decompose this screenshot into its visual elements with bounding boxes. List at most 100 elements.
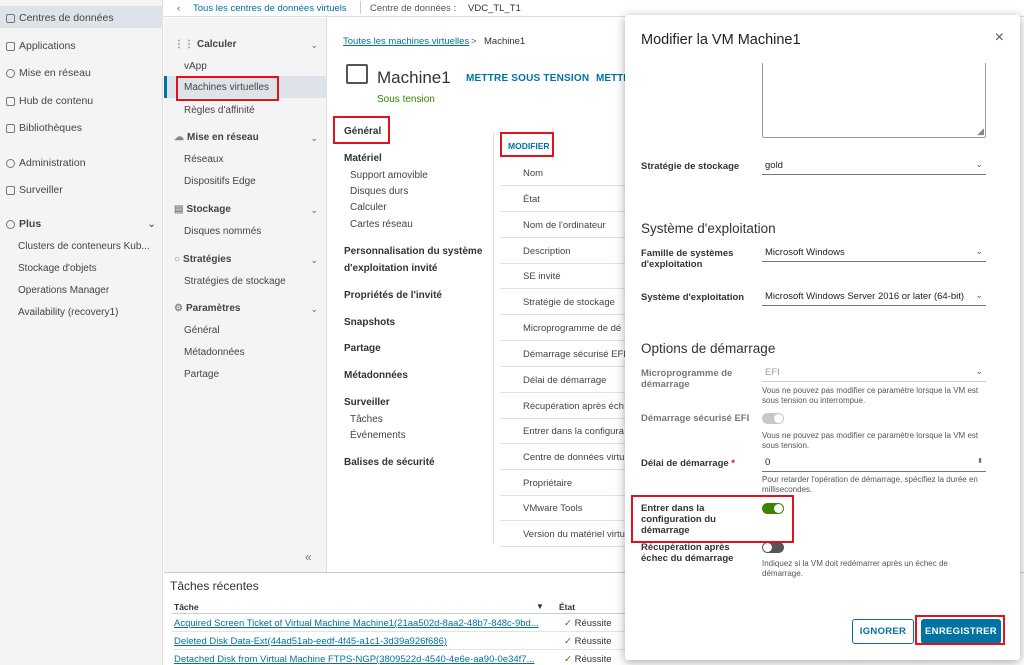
back-chevron-icon[interactable]: ‹ (177, 3, 180, 14)
secnav-group-networking[interactable]: ☁ Mise en réseau (174, 132, 259, 143)
os-select[interactable]: Microsoft Windows Server 2016 or later (… (762, 289, 986, 306)
col-status[interactable]: État (559, 602, 575, 612)
secnav-group-settings[interactable]: ⚙ Paramètres (174, 303, 240, 314)
apps-icon (6, 41, 15, 51)
task-link[interactable]: Detached Disk from Virtual Machine FTPS-… (174, 654, 554, 665)
secnav-item-networks[interactable]: Réseaux (184, 154, 223, 165)
description-textarea[interactable]: ◢ (762, 63, 986, 138)
storage-policy-select[interactable]: gold ⌄ (762, 158, 986, 175)
prop-guest-properties[interactable]: Propriétés de l'invité (344, 290, 442, 301)
secnav-group-policies[interactable]: ○ Stratégies (174, 254, 231, 265)
resize-handle-icon[interactable]: ◢ (977, 126, 984, 137)
boot-delay-label: Délai de démarrage * (641, 458, 735, 469)
prop-monitor[interactable]: Surveiller (344, 397, 390, 408)
nav-item-datacenters[interactable]: Centres de données (6, 12, 114, 24)
nav-item-applications[interactable]: Applications (6, 40, 76, 52)
chevron-down-icon[interactable]: ⌄ (310, 304, 318, 315)
all-datacenters-link[interactable]: Tous les centres de données virtuels (193, 3, 347, 14)
secnav-group-storage[interactable]: ▤ Stockage (174, 204, 231, 215)
boot-recovery-toggle[interactable] (762, 542, 784, 553)
chevron-down-icon[interactable]: ⌄ (310, 205, 318, 216)
grid-row: Nom (500, 160, 640, 186)
secnav-group-compute[interactable]: ⋮⋮ Calculer (174, 39, 324, 50)
task-status: ✓ Réussite (564, 618, 612, 629)
enter-setup-label: Entrer dans la configuration du démarrag… (641, 503, 716, 536)
prop-customization-2[interactable]: d'exploitation invité (344, 263, 438, 274)
secnav-item-edge[interactable]: Dispositifs Edge (184, 176, 256, 187)
nav-item-operations-manager[interactable]: Operations Manager (18, 285, 158, 296)
success-icon: ✓ (564, 654, 575, 665)
prop-hardware[interactable]: Matériel (344, 153, 382, 164)
nav-item-administration[interactable]: Administration (6, 157, 86, 169)
task-link[interactable]: Acquired Screen Ticket of Virtual Machin… (174, 618, 554, 629)
grid-row: État (500, 186, 640, 212)
chevron-down-icon[interactable]: ⌄ (310, 133, 318, 144)
prop-nics[interactable]: Cartes réseau (350, 219, 413, 230)
toggle-knob (763, 543, 772, 552)
os-family-select[interactable]: Microsoft Windows ⌄ (762, 245, 986, 262)
cancel-button[interactable]: IGNORER (852, 619, 914, 644)
firmware-help: Vous ne pouvez pas modifier ce paramètre… (762, 386, 979, 405)
global-nav: Centres de données Applications Mise en … (0, 0, 163, 665)
prop-tasks[interactable]: Tâches (350, 414, 383, 425)
task-link[interactable]: Deleted Disk Data-Ext(44ad51ab-eedf-4f45… (174, 636, 554, 647)
storage-policy-label: Stratégie de stockage (641, 161, 740, 172)
power-on-button[interactable]: METTRE SOUS TENSION (466, 73, 589, 84)
prop-events[interactable]: Événements (350, 430, 406, 441)
prop-customization[interactable]: Personnalisation du système (344, 246, 482, 257)
secnav-item-vms[interactable]: Machines virtuelles (184, 82, 269, 93)
prop-sharing[interactable]: Partage (344, 343, 381, 354)
grid-row: SE invité (500, 263, 640, 289)
secnav-item-named-disks[interactable]: Disques nommés (184, 226, 261, 237)
task-status: ✓ Réussite (564, 636, 612, 647)
modify-button[interactable]: MODIFIER (508, 141, 550, 151)
library-icon (6, 123, 15, 133)
nav-item-content-hub[interactable]: Hub de contenu (6, 95, 93, 107)
save-button[interactable]: ENREGISTRER (921, 619, 1001, 644)
toggle-knob (774, 414, 783, 423)
prop-compute[interactable]: Calculer (350, 202, 387, 213)
prop-snapshots[interactable]: Snapshots (344, 317, 395, 328)
boot-recovery-help: Indiquez si la VM doit redémarrer après … (762, 559, 948, 578)
grid-row: Description (500, 238, 640, 264)
secnav-item-storage-policies[interactable]: Stratégies de stockage (184, 276, 286, 287)
nav-item-object-storage[interactable]: Stockage d'objets (18, 263, 158, 274)
secnav-item-metadata[interactable]: Métadonnées (184, 347, 245, 358)
grid-row: Propriétaire (500, 470, 640, 496)
all-vms-link[interactable]: Toutes les machines virtuelles (343, 36, 469, 47)
divider (493, 132, 494, 544)
prop-general[interactable]: Général (344, 126, 381, 137)
os-section-title: Système d'exploitation (641, 221, 776, 236)
prop-hard-disks[interactable]: Disques durs (350, 186, 408, 197)
collapse-nav-button[interactable]: « (305, 550, 312, 564)
monitor-icon (6, 185, 15, 195)
nav-item-k8s-clusters[interactable]: Clusters de conteneurs Kub... (18, 241, 158, 252)
gear-icon (6, 158, 15, 168)
prop-metadata[interactable]: Métadonnées (344, 370, 408, 381)
nav-item-more[interactable]: Plus ⌄ (6, 218, 156, 230)
nav-item-libraries[interactable]: Bibliothèques (6, 122, 82, 134)
spinner-icon[interactable]: ⬍ (977, 457, 983, 465)
secnav-item-affinity-rules[interactable]: Règles d'affinité (184, 105, 255, 116)
secnav-item-vapp[interactable]: vApp (184, 61, 207, 72)
grid-row: Démarrage sécurisé EFI (500, 341, 640, 367)
grid-row: VMware Tools (500, 495, 640, 521)
sort-icon[interactable]: ▼ (536, 602, 544, 611)
secnav-item-sharing[interactable]: Partage (184, 369, 219, 380)
col-task[interactable]: Tâche (174, 602, 199, 612)
plus-icon (6, 219, 15, 229)
nav-item-monitor[interactable]: Surveiller (6, 184, 63, 196)
close-icon[interactable]: × (995, 29, 1004, 47)
prop-security-tags[interactable]: Balises de sécurité (344, 457, 435, 468)
secnav-item-general[interactable]: Général (184, 325, 220, 336)
boot-delay-input[interactable]: 0 ⬍ (762, 455, 986, 472)
grid-row: Récupération après éch (500, 393, 640, 419)
nav-item-networking[interactable]: Mise en réseau (6, 67, 91, 79)
chevron-down-icon[interactable]: ⌄ (310, 255, 318, 266)
enter-setup-toggle[interactable] (762, 503, 784, 514)
chevron-down-icon[interactable]: ⌄ (310, 40, 318, 51)
nav-item-availability[interactable]: Availability (recovery1) (18, 307, 158, 318)
prop-removable-media[interactable]: Support amovible (350, 170, 428, 181)
chevron-down-icon: ⌄ (147, 218, 156, 230)
edit-vm-modal: Modifier la VM Machine1 × ◢ Stratégie de… (625, 15, 1020, 660)
